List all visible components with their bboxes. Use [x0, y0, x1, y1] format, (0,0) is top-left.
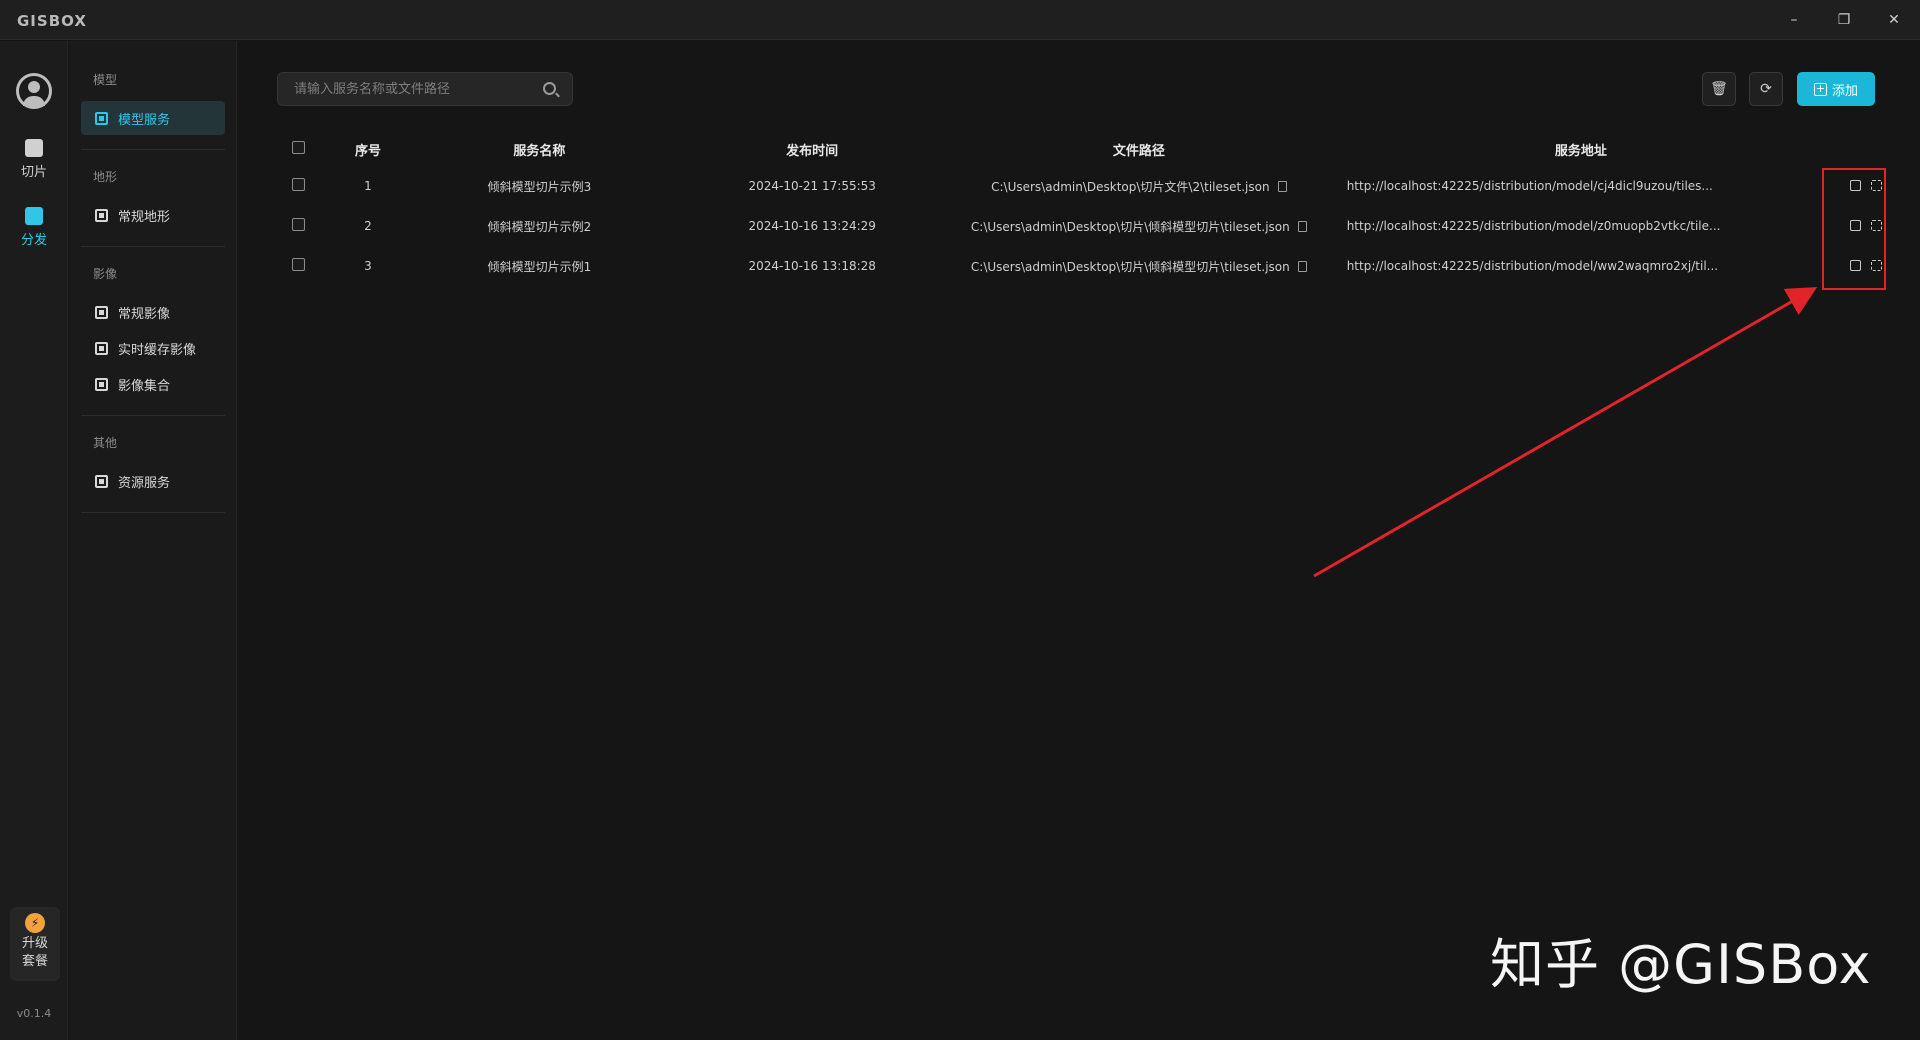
header-time: 发布时间	[786, 143, 839, 159]
sidebar-item-label: 常规影像	[118, 306, 171, 322]
row-checkbox[interactable]	[292, 258, 306, 271]
sidebar-divider	[81, 149, 225, 150]
table-row: 1 倾斜模型切片示例3 2024-10-21 17:55:53 C:\Users…	[277, 166, 1887, 206]
row-url: http://localhost:42225/distribution/mode…	[1346, 219, 1721, 233]
file-icon[interactable]	[1277, 180, 1287, 192]
version-label: v0.1.4	[16, 1007, 52, 1020]
imagery-collection-icon	[95, 377, 108, 391]
upgrade-plan-button[interactable]: ⚡ 升级 套餐	[10, 907, 60, 981]
header-index: 序号	[354, 143, 381, 159]
watermark-text: 知乎 @GISBox	[1490, 933, 1872, 996]
sidebar: 模型 模型服务 地形 常规地形 影像 常规影像 实时缓存影像 影像集合 其他 资…	[69, 41, 237, 1040]
highlight-box	[1822, 168, 1886, 290]
row-path: C:\Users\admin\Desktop\切片\倾斜模型切片\tileset…	[970, 219, 1290, 234]
user-avatar-icon[interactable]	[16, 73, 52, 109]
sidebar-divider	[81, 246, 225, 247]
upgrade-label-2: 套餐	[21, 954, 48, 969]
header-name: 服务名称	[513, 143, 566, 159]
row-path-cell: C:\Users\admin\Desktop\切片\倾斜模型切片\tileset…	[961, 206, 1317, 246]
file-icon[interactable]	[1297, 220, 1307, 232]
close-button[interactable]: ✕	[1876, 8, 1912, 32]
select-all-cell	[277, 132, 321, 166]
sidebar-item-label: 模型服务	[118, 112, 171, 128]
row-index: 3	[364, 259, 372, 273]
slice-icon	[25, 139, 43, 157]
sidebar-group-model: 模型	[93, 73, 118, 87]
sidebar-item-model-service[interactable]: 模型服务	[81, 101, 225, 135]
row-time: 2024-10-16 13:18:28	[748, 259, 876, 273]
sidebar-item-cache-imagery[interactable]: 实时缓存影像	[81, 331, 225, 365]
maximize-button[interactable]: ❐	[1826, 8, 1862, 32]
row-index: 1	[364, 179, 372, 193]
sidebar-group-imagery: 影像	[93, 267, 118, 281]
row-name: 倾斜模型切片示例2	[487, 219, 592, 234]
row-name: 倾斜模型切片示例1	[487, 259, 592, 274]
row-path-cell: C:\Users\admin\Desktop\切片\倾斜模型切片\tileset…	[961, 246, 1317, 286]
sidebar-divider	[81, 415, 225, 416]
search-input[interactable]	[278, 73, 538, 105]
sidebar-item-imagery[interactable]: 常规影像	[81, 295, 225, 329]
terrain-icon	[95, 208, 108, 222]
cache-imagery-icon	[95, 341, 108, 355]
sidebar-item-label: 实时缓存影像	[118, 342, 197, 358]
search-icon[interactable]	[543, 82, 556, 95]
delete-button[interactable]: 🗑	[1702, 72, 1736, 106]
row-path: C:\Users\admin\Desktop\切片文件\2\tileset.js…	[991, 179, 1270, 194]
annotation-arrow	[1313, 287, 1818, 578]
search-box	[277, 72, 573, 106]
app-logo: GISBOX	[17, 12, 87, 30]
sidebar-group-terrain: 地形	[93, 170, 118, 184]
row-url: http://localhost:42225/distribution/mode…	[1346, 179, 1713, 193]
rail-item-label: 切片	[20, 165, 47, 180]
sidebar-item-label: 常规地形	[118, 209, 171, 225]
row-time: 2024-10-16 13:24:29	[748, 219, 876, 233]
header-url: 服务地址	[1554, 143, 1607, 159]
sidebar-item-label: 资源服务	[118, 475, 171, 491]
row-path: C:\Users\admin\Desktop\切片\倾斜模型切片\tileset…	[970, 259, 1290, 274]
rail-item-label: 分发	[20, 233, 47, 248]
imagery-icon	[95, 305, 108, 319]
rail-item-slice[interactable]: 切片	[0, 139, 68, 180]
row-name: 倾斜模型切片示例3	[487, 179, 592, 194]
distribute-icon	[25, 207, 43, 225]
service-table: 序号 服务名称 发布时间 文件路径 服务地址 1 倾斜模型切片示例3 2024-…	[277, 132, 1887, 286]
table-row: 2 倾斜模型切片示例2 2024-10-16 13:24:29 C:\Users…	[277, 206, 1887, 246]
resource-icon	[95, 474, 108, 488]
row-time: 2024-10-21 17:55:53	[748, 179, 876, 193]
lightning-icon: ⚡	[25, 913, 45, 933]
sidebar-divider	[81, 512, 225, 513]
row-path-cell: C:\Users\admin\Desktop\切片文件\2\tileset.js…	[961, 166, 1317, 206]
add-button-label: 添加	[1831, 83, 1858, 99]
minimize-button[interactable]: –	[1776, 8, 1812, 32]
row-checkbox-cell	[277, 166, 321, 206]
sidebar-item-label: 影像集合	[118, 378, 171, 394]
sidebar-item-imagery-collection[interactable]: 影像集合	[81, 367, 225, 401]
row-checkbox[interactable]	[292, 218, 306, 231]
plus-icon: +	[1813, 81, 1827, 96]
add-button[interactable]: + 添加	[1797, 72, 1875, 106]
refresh-button[interactable]: ⟳	[1749, 72, 1783, 106]
upgrade-label-1: 升级	[21, 936, 48, 951]
model-icon	[95, 111, 108, 125]
rail-item-distribute[interactable]: 分发	[0, 207, 68, 248]
sidebar-group-other: 其他	[93, 436, 118, 450]
row-index: 2	[364, 219, 372, 233]
select-all-checkbox[interactable]	[292, 140, 306, 154]
row-checkbox-cell	[277, 206, 321, 246]
header-path: 文件路径	[1112, 143, 1165, 159]
row-checkbox[interactable]	[292, 178, 306, 191]
file-icon[interactable]	[1297, 260, 1307, 272]
title-bar: GISBOX – ❐ ✕	[0, 0, 1920, 40]
left-rail: 切片 分发 ⚡ 升级 套餐 v0.1.4	[0, 41, 68, 1040]
header-actions	[1845, 132, 1887, 166]
row-checkbox-cell	[277, 246, 321, 286]
sidebar-item-resource-service[interactable]: 资源服务	[81, 464, 225, 498]
table-header-row: 序号 服务名称 发布时间 文件路径 服务地址	[277, 132, 1887, 166]
sidebar-item-terrain[interactable]: 常规地形	[81, 198, 225, 232]
